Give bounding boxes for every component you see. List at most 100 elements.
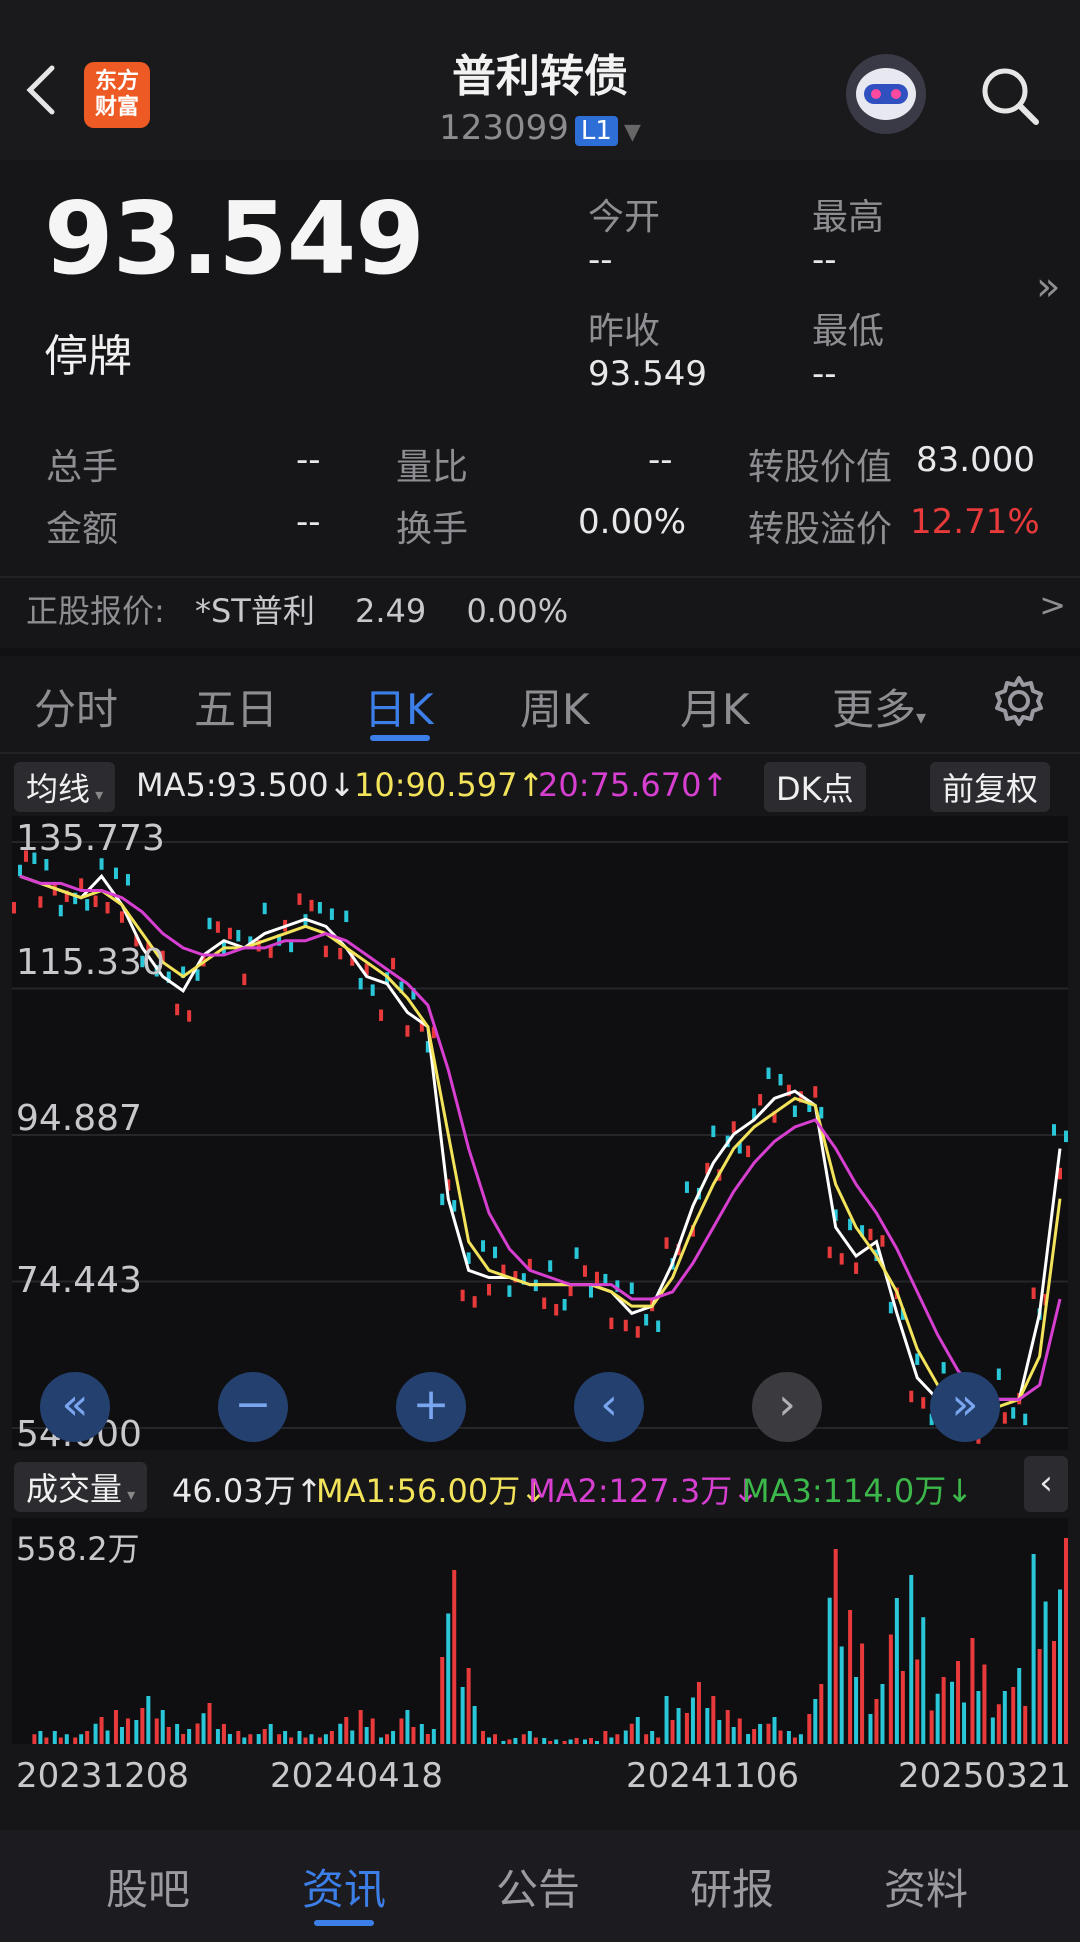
ma10-value: 10:90.597↑: [354, 766, 545, 804]
volume-bar: [215, 1729, 220, 1744]
candle: [297, 893, 302, 905]
volume-bar: [696, 1682, 701, 1744]
security-code[interactable]: 123099 L1 ▼: [340, 108, 740, 148]
bottom-tab-research[interactable]: 研报: [690, 1856, 774, 1917]
candle: [317, 902, 322, 914]
volume-bar: [140, 1708, 145, 1744]
open-label: 今开: [588, 197, 661, 238]
candle: [656, 1320, 661, 1332]
volume-bar: [888, 1634, 893, 1744]
dropdown-icon[interactable]: ▼: [624, 120, 641, 145]
price-axis-label: 135.773: [16, 818, 165, 859]
volume-bar: [207, 1703, 212, 1744]
volume-bar: [941, 1677, 946, 1744]
zoom-out-icon[interactable]: −: [218, 1372, 288, 1442]
volume-bar: [711, 1696, 716, 1744]
volume-bar: [105, 1730, 110, 1744]
volume-selector[interactable]: 成交量 ▾: [14, 1462, 148, 1512]
candle: [778, 1073, 783, 1086]
volume-bar: [521, 1734, 526, 1744]
volume-bar: [854, 1677, 859, 1744]
tab-five-day[interactable]: 五日: [194, 676, 278, 737]
volume-bar: [962, 1702, 967, 1744]
vol-ma1: MA1:56.00万↓: [316, 1472, 548, 1510]
volume-bar: [737, 1718, 742, 1744]
volume-bar: [1052, 1641, 1056, 1744]
candle: [215, 921, 220, 933]
tab-daily-k[interactable]: 日K: [364, 676, 434, 737]
back-icon[interactable]: [22, 60, 62, 120]
candle: [227, 927, 232, 940]
candle: [996, 1368, 1001, 1380]
volume-bar: [786, 1731, 791, 1744]
stock-label: 正股报价:: [26, 592, 165, 630]
volume-bar: [950, 1681, 955, 1744]
bottom-tab-profile[interactable]: 资料: [884, 1856, 968, 1917]
more-quote-icon[interactable]: »: [1036, 264, 1060, 310]
tab-intraday[interactable]: 分时: [34, 676, 118, 737]
dk-point-button[interactable]: DK点: [764, 762, 866, 812]
candle: [79, 878, 84, 890]
stock-quote-row[interactable]: 正股报价: *ST普利 2.49 0.00% >: [26, 586, 1066, 632]
low-label: 最低: [812, 311, 885, 352]
volume-bar: [562, 1741, 567, 1744]
volume-bar: [64, 1734, 69, 1744]
candle: [93, 895, 98, 908]
volume-bar: [256, 1734, 261, 1744]
robot-avatar-icon[interactable]: [846, 54, 926, 134]
volume-bar: [309, 1734, 314, 1744]
stock-price: 2.49: [355, 592, 427, 630]
candle: [99, 858, 104, 870]
volume-bar: [664, 1696, 669, 1744]
app-logo-icon[interactable]: 东方 财富: [84, 62, 150, 128]
stat-value: --: [296, 502, 321, 542]
candle: [481, 1240, 486, 1252]
volume-bar: [493, 1734, 498, 1744]
volume-chart[interactable]: [12, 1518, 1068, 1744]
candle: [711, 1125, 716, 1138]
volume-bar: [976, 1691, 981, 1744]
scroll-left-icon[interactable]: ‹: [574, 1372, 644, 1442]
zoom-in-icon[interactable]: +: [396, 1372, 466, 1442]
stat-label: 金额: [46, 509, 119, 550]
volume-bar: [236, 1731, 241, 1744]
volume-bar: [52, 1731, 57, 1744]
volume-bar: [350, 1730, 355, 1744]
candle: [329, 908, 334, 920]
settings-gear-icon[interactable]: [992, 674, 1046, 728]
candle: [309, 899, 314, 912]
volume-bar: [370, 1718, 375, 1744]
volume-bar: [1064, 1538, 1068, 1744]
bottom-tab-news[interactable]: 资讯: [302, 1856, 386, 1917]
candle: [195, 969, 200, 981]
tab-more[interactable]: 更多▾: [832, 676, 926, 737]
caret-down-icon: ▾: [90, 785, 104, 804]
scroll-right-icon[interactable]: ›: [752, 1372, 822, 1442]
chevron-right-icon: >: [1039, 586, 1066, 624]
tab-weekly-k[interactable]: 周K: [520, 676, 590, 737]
bottom-tab-announcements[interactable]: 公告: [496, 1856, 580, 1917]
candle: [880, 1235, 885, 1247]
adjust-button[interactable]: 前复权: [930, 762, 1051, 812]
candle: [370, 984, 375, 996]
candle: [635, 1326, 640, 1338]
volume-bar: [507, 1739, 512, 1744]
kline-chart[interactable]: [12, 816, 1068, 1450]
bottom-tab-forum[interactable]: 股吧: [106, 1856, 190, 1917]
candle: [262, 902, 267, 915]
search-icon[interactable]: [978, 64, 1042, 128]
volume-bar: [731, 1727, 736, 1744]
candle: [921, 1397, 926, 1409]
volume-bar: [181, 1734, 186, 1744]
stock-name: *ST普利: [194, 592, 315, 630]
ma-selector[interactable]: 均线 ▾: [14, 762, 116, 812]
scroll-left-fast-icon[interactable]: «: [40, 1372, 110, 1442]
volume-bar: [466, 1668, 471, 1744]
scroll-right-fast-icon[interactable]: »: [930, 1372, 1000, 1442]
candle: [629, 1282, 634, 1294]
collapse-icon[interactable]: ‹: [1024, 1456, 1068, 1512]
volume-bar: [344, 1717, 349, 1744]
candle: [187, 1010, 192, 1022]
tab-monthly-k[interactable]: 月K: [680, 676, 750, 737]
candle: [242, 973, 247, 986]
